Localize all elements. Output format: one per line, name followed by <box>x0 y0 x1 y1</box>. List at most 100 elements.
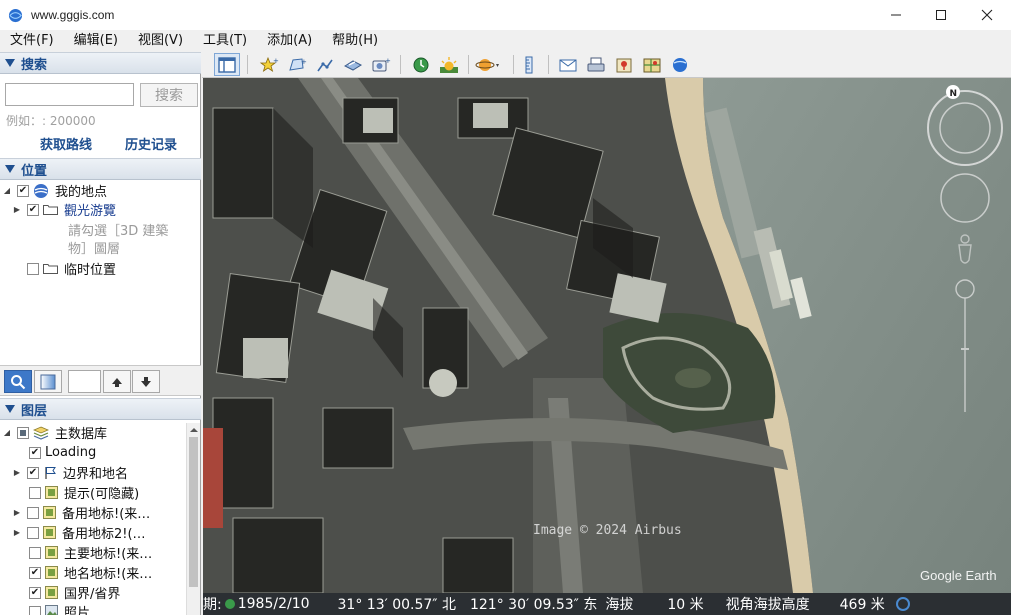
layer-label: 地名地标!(来… <box>64 567 153 582</box>
compass-ring[interactable]: N <box>927 85 1003 166</box>
database-stack-icon <box>33 426 49 440</box>
globe-icon <box>673 57 687 72</box>
menu-bar: 文件(F) 编辑(E) 视图(V) 工具(T) 添加(A) 帮助(H) <box>0 30 1011 51</box>
search-button[interactable]: 搜索 <box>140 83 198 107</box>
minimize-button[interactable] <box>873 0 919 30</box>
email-button[interactable] <box>555 53 581 76</box>
menu-edit[interactable]: 编辑(E) <box>64 30 128 51</box>
arrow-up-icon <box>112 377 122 387</box>
panel-toggle-button[interactable] <box>34 370 62 393</box>
layer-item[interactable]: ▶ ✔ 边界和地名 <box>12 463 128 482</box>
history-link[interactable]: 历史记录 <box>125 134 177 153</box>
maximize-button[interactable] <box>918 0 964 30</box>
checkbox[interactable]: ✔ <box>29 446 41 459</box>
checkbox-partial[interactable] <box>17 426 29 439</box>
add-image-overlay-button[interactable] <box>340 53 366 76</box>
sunlight-button[interactable] <box>436 53 462 76</box>
status-longitude: 121° 30′ 09.53″ 东 <box>469 597 598 613</box>
layer-item[interactable]: ✔ Loading <box>29 443 96 462</box>
tree-hint-line1: 請勾選［3D 建築 <box>68 224 169 239</box>
layer-item[interactable]: ✔ 地名地标!(来… <box>29 563 152 582</box>
ruler-button[interactable] <box>516 53 542 76</box>
printer-icon <box>587 57 605 71</box>
checkbox[interactable] <box>27 526 39 539</box>
map-view-icon <box>643 58 661 72</box>
sidebar-toggle-button[interactable] <box>214 53 240 76</box>
add-path-button[interactable] <box>312 53 338 76</box>
add-polygon-button[interactable]: + <box>284 53 310 76</box>
photo-icon <box>45 605 58 615</box>
layer-square-icon <box>43 506 56 519</box>
checkbox[interactable] <box>27 506 39 519</box>
checkbox[interactable]: ✔ <box>29 586 41 599</box>
planet-icon <box>475 58 499 71</box>
layer-square-icon <box>43 526 56 539</box>
layer-item[interactable]: 照片 <box>29 602 90 615</box>
get-route-link[interactable]: 获取路线 <box>40 134 92 153</box>
menu-add[interactable]: 添加(A) <box>257 30 322 51</box>
menu-tools[interactable]: 工具(T) <box>193 30 257 51</box>
tree-item-sightseeing[interactable]: ▶ ✔ 觀光游覽 <box>12 200 116 219</box>
menu-help[interactable]: 帮助(H) <box>322 30 388 51</box>
checkbox[interactable] <box>29 605 41 615</box>
checkbox[interactable] <box>29 486 41 499</box>
navigation-controls[interactable]: N <box>923 82 1007 412</box>
satellite-imagery[interactable]: Image © 2024 Airbus Google Earth <box>203 78 1011 593</box>
status-elevation-label: 海拔 <box>605 597 634 613</box>
print-button[interactable] <box>583 53 609 76</box>
expanded-arrow-icon[interactable]: ◢ <box>2 186 12 196</box>
earth-map-view[interactable]: Image © 2024 Airbus Google Earth N <box>203 78 1011 593</box>
scrollbar-thumb[interactable] <box>189 437 198 587</box>
search-panel-header[interactable]: 搜索 <box>0 52 201 74</box>
layer-item[interactable]: ✔ 国界/省界 <box>29 583 120 602</box>
collapsed-arrow-icon[interactable]: ▶ <box>12 205 22 215</box>
search-places-button[interactable] <box>4 370 32 393</box>
layer-item[interactable]: ▶ 备用地标!(来… <box>12 503 150 522</box>
globe-app-icon <box>8 8 23 22</box>
checkbox[interactable]: ✔ <box>17 184 29 197</box>
earth-gallery-button[interactable] <box>667 53 693 76</box>
record-tour-button[interactable]: + <box>368 53 394 76</box>
layers-panel-header[interactable]: 图层 <box>0 398 201 420</box>
checkbox[interactable]: ✔ <box>29 566 41 579</box>
checkbox[interactable]: ✔ <box>27 203 39 216</box>
map-status-bar: 期: 1985/2/10 31° 13′ 00.57″ 北 121° 30′ 0… <box>203 593 1011 615</box>
menu-file[interactable]: 文件(F) <box>0 30 64 51</box>
checkbox[interactable]: ✔ <box>27 466 39 479</box>
maximize-icon <box>936 10 946 20</box>
placemark-star-icon: + <box>259 56 279 72</box>
layer-item[interactable]: ◢ 主数据库 <box>2 423 107 442</box>
save-image-button[interactable] <box>611 53 637 76</box>
close-button[interactable] <box>964 0 1010 30</box>
tree-item-temp-places[interactable]: 临时位置 <box>12 259 116 278</box>
switch-planet-button[interactable] <box>475 53 501 76</box>
places-panel-header[interactable]: 位置 <box>0 158 201 180</box>
layer-item[interactable]: 提示(可隐藏) <box>29 483 139 502</box>
historical-imagery-button[interactable] <box>408 53 434 76</box>
checkbox[interactable] <box>29 546 41 559</box>
collapsed-arrow-icon[interactable]: ▶ <box>12 468 22 478</box>
move-down-button[interactable] <box>132 370 160 393</box>
collapsed-arrow-icon[interactable]: ▶ <box>12 528 22 538</box>
scroll-up-icon[interactable] <box>187 425 201 435</box>
layer-square-icon <box>45 546 58 559</box>
look-joystick[interactable] <box>940 173 990 223</box>
collapsed-arrow-icon[interactable]: ▶ <box>12 508 22 518</box>
search-input[interactable] <box>5 83 134 106</box>
move-up-button[interactable] <box>103 370 131 393</box>
street-view-pegman-icon[interactable] <box>958 234 972 264</box>
folder-icon <box>43 264 58 274</box>
tree-item-my-places[interactable]: ◢ ✔ 我的地点 <box>2 181 107 200</box>
layer-item[interactable]: ▶ 备用地标2!(… <box>12 523 146 542</box>
menu-view[interactable]: 视图(V) <box>128 30 193 51</box>
checkbox[interactable] <box>27 262 39 275</box>
zoom-slider[interactable] <box>955 279 975 412</box>
places-filter-input[interactable] <box>68 370 101 393</box>
layers-scrollbar[interactable] <box>186 423 200 615</box>
add-placemark-button[interactable]: + <box>256 53 282 76</box>
layer-item[interactable]: 主要地标!(来… <box>29 543 152 562</box>
clock-history-icon <box>413 57 429 72</box>
expanded-arrow-icon[interactable]: ◢ <box>2 428 12 438</box>
view-in-maps-button[interactable] <box>639 53 665 76</box>
collapse-triangle-icon <box>5 405 15 413</box>
